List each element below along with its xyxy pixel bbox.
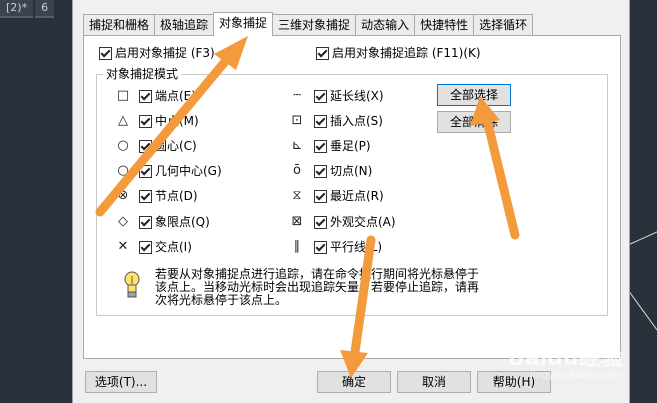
snap-mode-endpoint[interactable]: 端点(E) [139, 88, 196, 104]
nearest-marker-icon: ⧖ [292, 188, 302, 203]
node-marker-icon: ⊗ [117, 188, 129, 203]
center-marker-icon: ○ [117, 138, 129, 153]
lightbulb-icon [124, 271, 140, 298]
cad-file-tab[interactable]: 6 [35, 0, 55, 18]
endpoint-label: 端点(E) [155, 89, 196, 103]
snap-mode-node[interactable]: 节点(D) [139, 188, 198, 204]
enable-tracking-checkbox[interactable] [316, 47, 329, 60]
perpendicular-label: 垂足(P) [330, 139, 371, 153]
insertion-label: 插入点(S) [330, 114, 383, 128]
geometric-center-marker-icon: ○ [117, 163, 129, 178]
cad-file-tab[interactable]: [2)* [0, 0, 34, 18]
apparent-intersection-marker-icon: ⊠ [291, 214, 303, 229]
snap-mode-extension[interactable]: 延长线(X) [314, 88, 384, 104]
perpendicular-marker-icon: ⊾ [291, 138, 303, 153]
extension-label: 延长线(X) [330, 89, 384, 103]
tracking-hint: 若要从对象捕捉点进行追踪，请在命令执行期间将光标悬停于 该点上。当移动光标时会出… [155, 268, 575, 307]
enable-tracking-option[interactable]: 启用对象捕捉追踪 (F11)(K) [316, 44, 481, 61]
cad-file-tabs: [2)* 6 [0, 0, 80, 18]
snap-modes-title: 对象捕捉模式 [103, 65, 182, 82]
nearest-checkbox[interactable] [314, 190, 327, 203]
intersection-label: 交点(I) [155, 240, 192, 254]
snap-mode-apparent-intersection[interactable]: 外观交点(A) [314, 214, 396, 230]
endpoint-checkbox[interactable] [139, 90, 152, 103]
parallel-label: 平行线(L) [330, 240, 383, 254]
snap-mode-geometric-center[interactable]: 几何中心(G) [139, 163, 222, 179]
ok-button[interactable]: 确定 [317, 371, 391, 393]
snap-mode-quadrant[interactable]: 象限点(Q) [139, 214, 210, 230]
center-label: 圆心(C) [155, 139, 197, 153]
quadrant-marker-icon: ◇ [118, 214, 128, 229]
tab-quick-properties[interactable]: 快捷特性 [414, 14, 475, 35]
midpoint-checkbox[interactable] [139, 115, 152, 128]
select-all-button[interactable]: 全部选择 [437, 84, 511, 106]
quadrant-label: 象限点(Q) [155, 215, 210, 229]
tab-strip: 捕捉和栅格 极轴追踪 对象捕捉 三维对象捕捉 动态输入 快捷特性 选择循环 [83, 12, 534, 36]
midpoint-label: 中点(M) [155, 114, 199, 128]
parallel-marker-icon: ∥ [293, 239, 301, 254]
center-checkbox[interactable] [139, 140, 152, 153]
enable-osnap-label: 启用对象捕捉 (F3) [115, 46, 215, 60]
midpoint-marker-icon: △ [118, 113, 128, 128]
options-button[interactable]: 选项(T)... [85, 371, 157, 393]
snap-mode-intersection[interactable]: 交点(I) [139, 239, 192, 255]
endpoint-marker-icon: □ [116, 88, 130, 103]
snap-mode-insertion[interactable]: 插入点(S) [314, 113, 383, 129]
apparent-intersection-checkbox[interactable] [314, 216, 327, 229]
tab-dynamic-input[interactable]: 动态输入 [355, 14, 416, 35]
nearest-label: 最近点(R) [330, 189, 384, 203]
apparent-intersection-label: 外观交点(A) [330, 215, 396, 229]
snap-mode-perpendicular[interactable]: 垂足(P) [314, 138, 371, 154]
tangent-marker-icon: ō [293, 163, 301, 178]
tangent-label: 切点(N) [330, 164, 373, 178]
extension-checkbox[interactable] [314, 90, 327, 103]
insertion-checkbox[interactable] [314, 115, 327, 128]
baidu-watermark-url: jingyan.baidu.com [530, 370, 623, 381]
snap-mode-midpoint[interactable]: 中点(M) [139, 113, 199, 129]
snap-mode-center[interactable]: 圆心(C) [139, 138, 197, 154]
intersection-checkbox[interactable] [139, 241, 152, 254]
snap-mode-tangent[interactable]: 切点(N) [314, 163, 372, 179]
snap-mode-nearest[interactable]: 最近点(R) [314, 188, 384, 204]
enable-tracking-label: 启用对象捕捉追踪 (F11)(K) [332, 46, 481, 60]
tab-polar-tracking[interactable]: 极轴追踪 [154, 14, 215, 35]
node-checkbox[interactable] [139, 190, 152, 203]
quadrant-checkbox[interactable] [139, 216, 152, 229]
tab-3d-object-snap[interactable]: 三维对象捕捉 [272, 14, 357, 35]
baidu-watermark: Baidu经验 [508, 346, 623, 371]
tab-selection-cycling[interactable]: 选择循环 [473, 14, 534, 35]
tab-object-snap[interactable]: 对象捕捉 [213, 12, 274, 36]
tab-snap-grid[interactable]: 捕捉和栅格 [83, 14, 156, 35]
cancel-button[interactable]: 取消 [397, 371, 471, 393]
tangent-checkbox[interactable] [314, 165, 327, 178]
insertion-marker-icon: ⊡ [291, 113, 303, 128]
node-label: 节点(D) [155, 189, 198, 203]
geometric-center-label: 几何中心(G) [155, 164, 222, 178]
extension-marker-icon: ┄ [293, 88, 301, 103]
intersection-marker-icon: ✕ [117, 239, 129, 254]
geometric-center-checkbox[interactable] [139, 165, 152, 178]
tracking-hint-line: 次将光标悬停于该点上。 [155, 293, 288, 307]
parallel-checkbox[interactable] [314, 241, 327, 254]
enable-osnap-checkbox[interactable] [99, 47, 112, 60]
enable-osnap-option[interactable]: 启用对象捕捉 (F3) [99, 44, 215, 61]
clear-all-button[interactable]: 全部清除 [437, 111, 511, 133]
perpendicular-checkbox[interactable] [314, 140, 327, 153]
snap-mode-parallel[interactable]: 平行线(L) [314, 239, 382, 255]
